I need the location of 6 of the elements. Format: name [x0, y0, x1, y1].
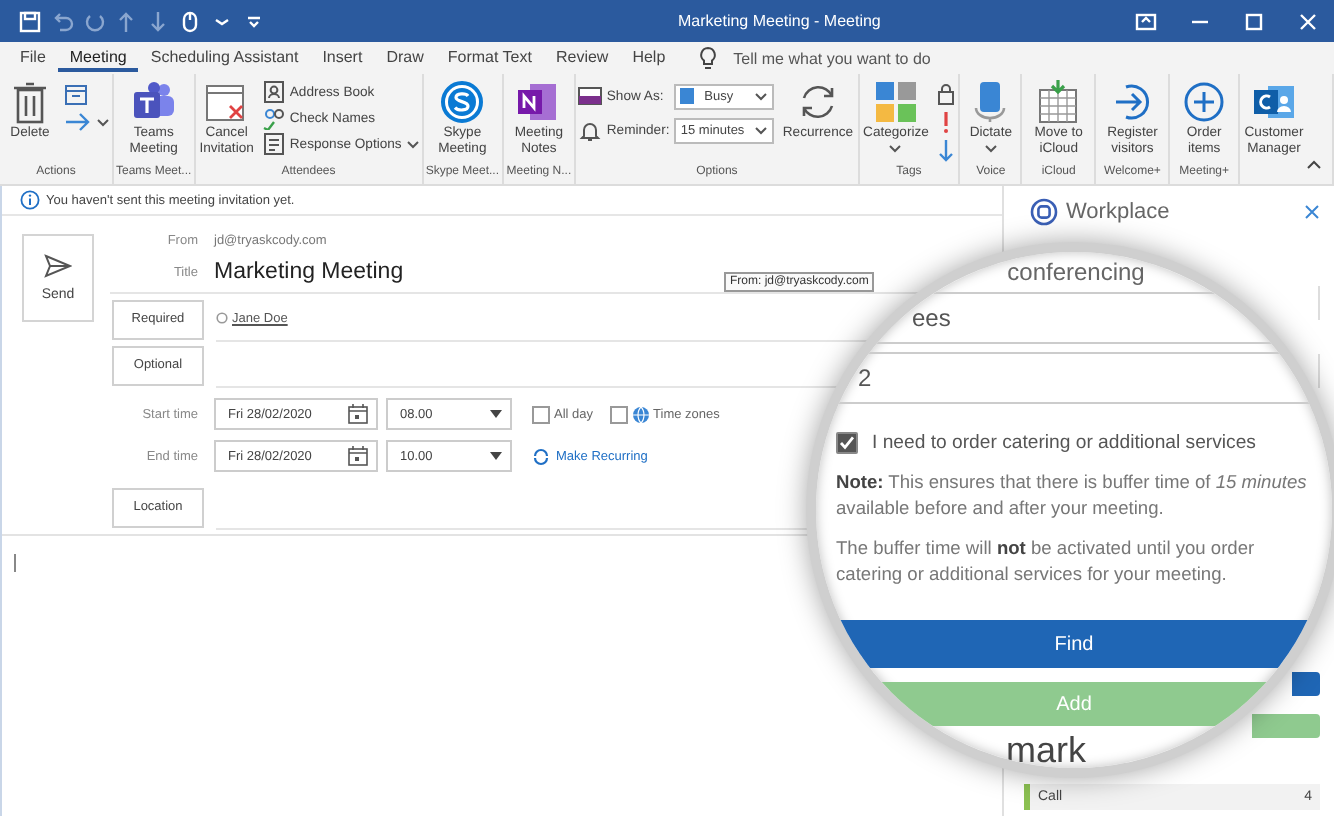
checkbox-label: I need to order catering or additional services	[872, 431, 1256, 453]
window-title: Marketing Meeting - Meeting	[678, 12, 883, 30]
pane-title: Workplace	[1066, 200, 1172, 224]
note-text: Note: This ensures that there is buffer time of 15 minutes available before and after your meeting.	[836, 470, 1309, 522]
buffer-text: The buffer time will not be activated until you order catering or additional services for your meeting.	[836, 536, 1257, 588]
section-heading: mark	[1004, 732, 1088, 768]
